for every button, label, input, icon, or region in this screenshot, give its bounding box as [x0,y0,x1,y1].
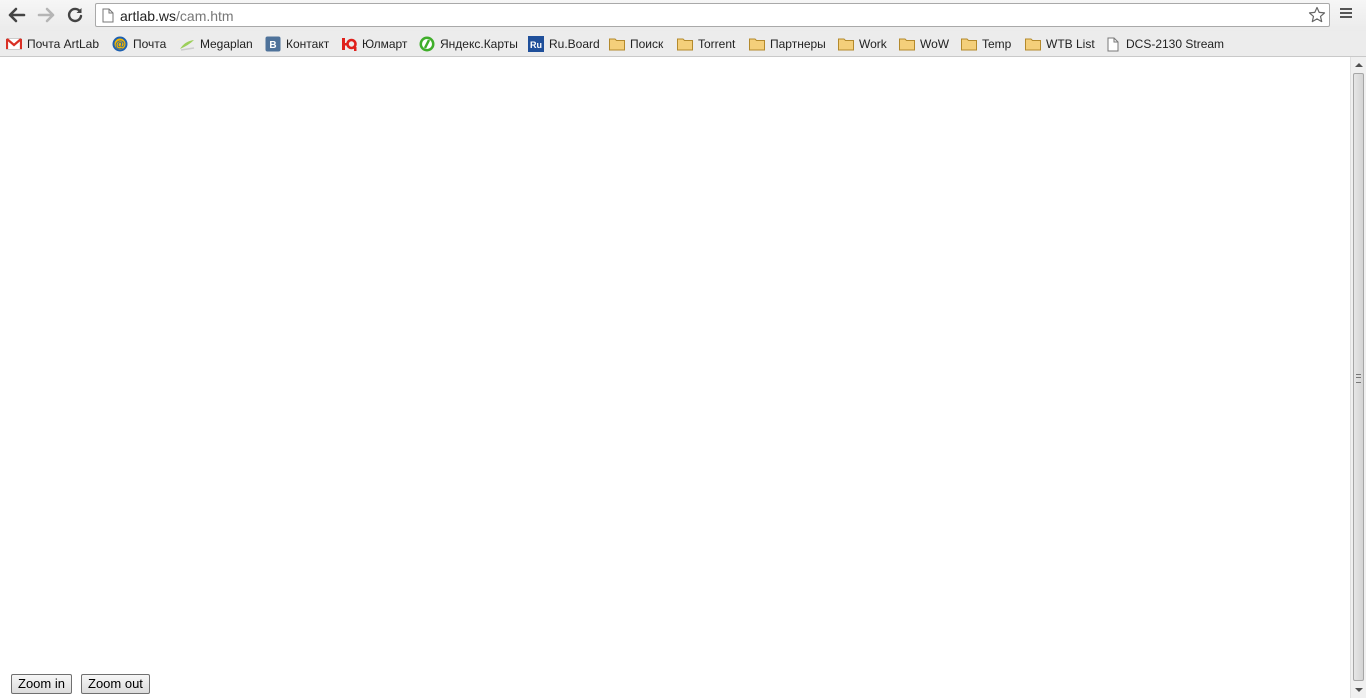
gmail-icon [6,36,22,52]
megaplan-icon [179,36,195,52]
url-text[interactable]: artlab.ws/cam.htm [120,8,234,24]
scroll-up-arrow-icon[interactable] [1354,61,1364,69]
yandex-maps-icon [419,36,435,52]
bookmark-pochta-artlab[interactable]: Почта ArtLab [6,35,99,53]
bookmark-label: Temp [982,37,1012,51]
bookmark-folder-temp[interactable]: Temp [961,35,1011,53]
bookmark-star-icon[interactable] [1308,6,1326,24]
bookmark-label: Яндекс.Карты [440,37,518,51]
folder-icon [838,36,854,52]
bookmarks-bar: Почта ArtLab @ Почта Megaplan B Контакт … [0,31,1366,57]
folder-icon [899,36,915,52]
url-host: artlab.ws [120,8,177,24]
reload-icon [67,7,83,23]
zoom-out-button[interactable]: Zoom out [81,674,150,694]
bookmark-folder-partnery[interactable]: Партнеры [749,35,826,53]
page-icon [1105,36,1121,52]
zoom-in-button[interactable]: Zoom in [11,674,72,694]
bookmark-ruboard[interactable]: Ru Ru.Board [528,35,600,53]
bookmark-dcs-2130-stream[interactable]: DCS-2130 Stream [1105,35,1224,53]
bookmark-label: Почта [133,37,167,51]
back-button[interactable] [5,4,29,26]
bookmark-folder-poisk[interactable]: Поиск [609,35,663,53]
vertical-scrollbar[interactable] [1350,57,1366,698]
browser-toolbar: artlab.ws/cam.htm [0,0,1366,31]
bookmark-label: Контакт [286,37,330,51]
bookmark-label: Torrent [698,37,736,51]
bookmark-label: Megaplan [200,37,253,51]
chrome-menu-button[interactable] [1338,5,1360,27]
bookmark-ulmart[interactable]: Юлмарт [341,35,407,53]
forward-button[interactable] [34,4,58,26]
svg-text:B: B [269,40,276,51]
bookmark-label: WTB List [1046,37,1095,51]
bookmark-folder-wtb-list[interactable]: WTB List [1025,35,1095,53]
folder-icon [1025,36,1041,52]
bookmark-megaplan[interactable]: Megaplan [179,35,253,53]
bookmark-folder-torrent[interactable]: Torrent [677,35,735,53]
svg-text:Ru: Ru [530,40,542,50]
ruboard-icon: Ru [528,36,544,52]
bookmark-kontakt[interactable]: B Контакт [265,35,329,53]
folder-icon [677,36,693,52]
bookmark-yandex-maps[interactable]: Яндекс.Карты [419,35,518,53]
bookmark-pochta[interactable]: @ Почта [112,35,166,53]
bookmark-label: Партнеры [770,37,826,51]
bookmark-label: DCS-2130 Stream [1126,37,1225,51]
bookmark-label: WoW [920,37,950,51]
address-bar[interactable]: artlab.ws/cam.htm [95,3,1330,27]
scrollbar-grip [1356,374,1361,383]
folder-icon [749,36,765,52]
bookmark-folder-work[interactable]: Work [838,35,887,53]
scroll-down-arrow-icon[interactable] [1354,686,1364,694]
mail-at-icon: @ [112,36,128,52]
folder-icon [961,36,977,52]
bookmark-label: Ru.Board [549,37,600,51]
folder-icon [609,36,625,52]
page-icon [102,8,114,23]
scrollbar-thumb[interactable] [1353,73,1364,681]
svg-text:@: @ [115,40,125,51]
url-path: /cam.htm [176,8,234,24]
reload-button[interactable] [63,4,87,26]
page-content: Zoom in Zoom out [0,57,1350,698]
bookmark-label: Поиск [630,37,664,51]
bookmark-label: Юлмарт [362,37,408,51]
forward-arrow-icon [37,7,55,23]
vk-icon: B [265,36,281,52]
menu-icon [1340,8,1352,18]
bookmark-label: Work [859,37,887,51]
bookmark-folder-wow[interactable]: WoW [899,35,949,53]
back-arrow-icon [8,7,26,23]
ulmart-icon [341,36,357,52]
bookmark-label: Почта ArtLab [27,37,100,51]
